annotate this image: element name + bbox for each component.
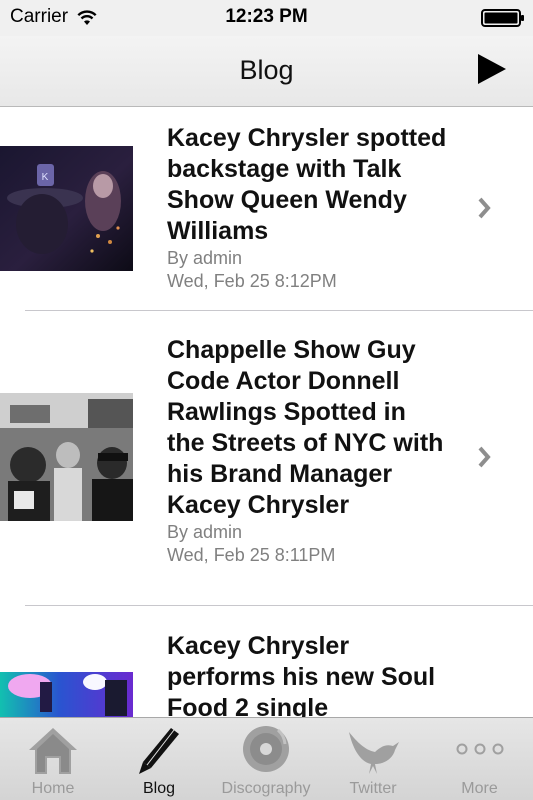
chevron-right-icon [478, 197, 491, 219]
tab-blog[interactable]: Blog [106, 718, 212, 800]
status-time: 12:23 PM [225, 6, 308, 27]
post-date: Wed, Feb 25 8:11PM [167, 545, 336, 565]
tab-label: Home [31, 780, 75, 797]
tab-more[interactable]: More [426, 718, 533, 800]
tab-label: More [461, 780, 498, 797]
svg-text:K: K [42, 172, 49, 183]
status-bar: Carrier 12:23 PM [0, 0, 533, 36]
tab-label: Discography [221, 780, 311, 797]
play-button[interactable] [477, 53, 507, 85]
more-icon [456, 743, 503, 755]
post-author: By admin [167, 522, 243, 542]
pencil-icon [139, 728, 179, 774]
bird-icon [349, 732, 399, 774]
tab-label: Blog [142, 780, 176, 797]
post-title: Kacey Chrysler spotted backstage with Ta… [167, 124, 447, 245]
post-thumbnail [0, 672, 133, 718]
chevron-right-icon [478, 446, 491, 468]
blog-post-item[interactable]: K Kacey Chrysler spotted backstage with … [0, 108, 533, 310]
disc-icon [243, 726, 289, 772]
home-icon [29, 728, 77, 774]
blog-post-list[interactable]: K Kacey Chrysler spotted backstage with … [0, 108, 533, 718]
post-title: Kacey Chrysler performs his new Soul Foo… [167, 632, 436, 718]
post-thumbnail: K [0, 146, 133, 271]
post-author: By admin [167, 248, 243, 268]
tab-discography[interactable]: Discography [212, 718, 320, 800]
post-date: Wed, Feb 25 8:12PM [167, 271, 337, 291]
post-text: Kacey Chrysler spotted backstage with Ta… [167, 123, 447, 293]
post-title: Chappelle Show Guy Code Actor Donnell Ra… [167, 336, 444, 519]
post-text: Chappelle Show Guy Code Actor Donnell Ra… [167, 335, 447, 567]
post-thumbnail [0, 393, 133, 521]
blog-post-item[interactable]: Kacey Chrysler performs his new Soul Foo… [0, 606, 533, 718]
tab-home[interactable]: Home [0, 718, 106, 800]
blog-post-item[interactable]: Chappelle Show Guy Code Actor Donnell Ra… [0, 311, 533, 605]
tab-label: Twitter [349, 780, 397, 797]
post-text: Kacey Chrysler performs his new Soul Foo… [167, 631, 447, 718]
navigation-bar: Blog [0, 36, 533, 107]
battery-icon [481, 9, 524, 27]
tab-twitter[interactable]: Twitter [320, 718, 426, 800]
tab-bar: Home Blog Discography Twitter More [0, 717, 533, 800]
page-title: Blog [239, 55, 294, 85]
